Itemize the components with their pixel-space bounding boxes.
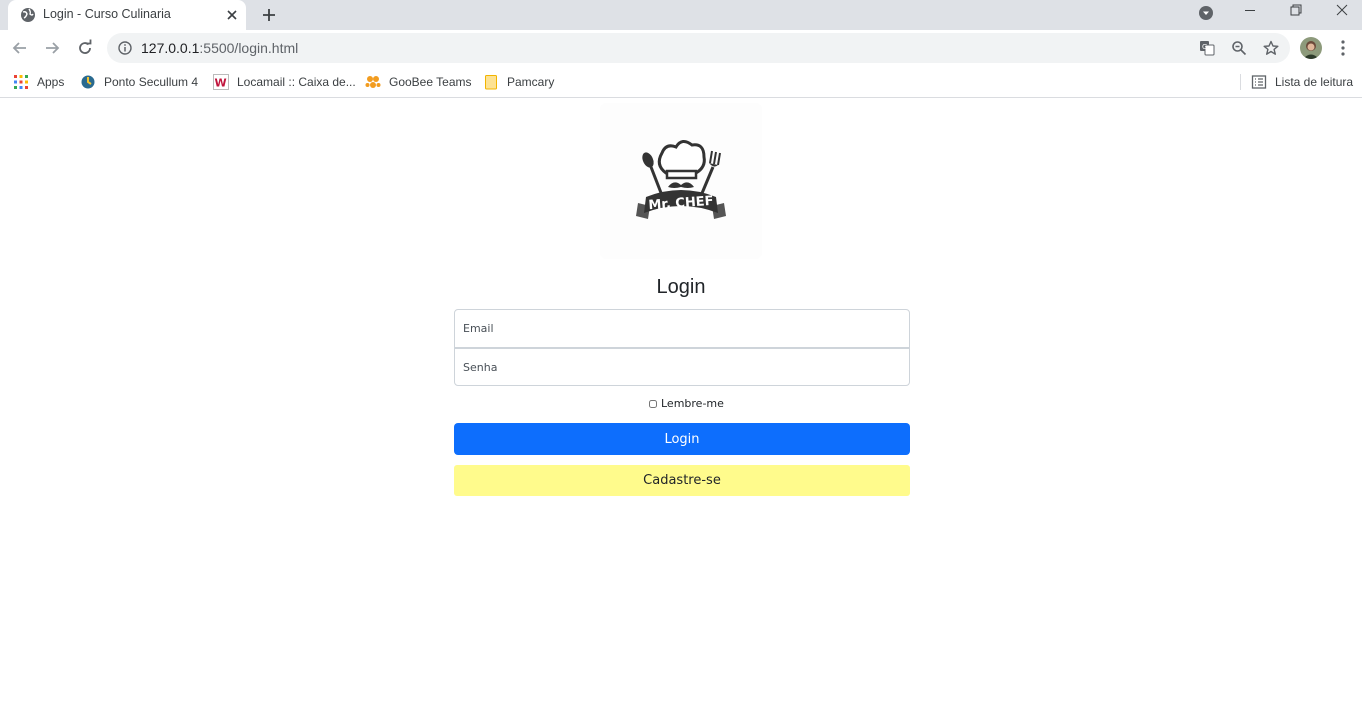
minimize-icon[interactable]	[1227, 0, 1273, 30]
browser-toolbar: 127.0.0.1:5500/login.html G	[0, 30, 1362, 66]
forward-arrow-icon[interactable]	[42, 38, 62, 58]
locamail-icon: W	[213, 74, 229, 90]
email-field[interactable]	[454, 309, 910, 348]
bookmark-ponto-secullum[interactable]: Ponto Secullum 4	[80, 72, 198, 92]
remember-me-label: Lembre-me	[661, 397, 724, 410]
reading-list-button[interactable]: Lista de leitura	[1251, 72, 1353, 92]
globe-icon	[21, 8, 35, 22]
bookmark-goobee-teams[interactable]: GooBee Teams	[365, 72, 472, 92]
apps-grid-icon	[14, 75, 28, 89]
bookmark-label: GooBee Teams	[389, 75, 472, 89]
mr-chef-logo: Mr. CHEF	[600, 103, 762, 259]
bookmark-label: Pamcary	[507, 75, 555, 89]
chef-logo-image: Mr. CHEF	[636, 140, 726, 219]
logo-text: Mr. CHEF	[648, 194, 714, 214]
bookmark-label: Ponto Secullum 4	[104, 75, 199, 89]
reload-icon[interactable]	[75, 38, 95, 58]
bookmark-locamail[interactable]: W Locamail :: Caixa de...	[213, 72, 356, 92]
restore-icon[interactable]	[1273, 0, 1319, 30]
bookmark-label: Apps	[37, 75, 65, 89]
zoom-icon[interactable]	[1231, 40, 1247, 56]
bookmark-apps[interactable]: Apps	[13, 72, 64, 92]
new-tab-plus-icon[interactable]	[259, 5, 279, 25]
window-close-icon[interactable]	[1319, 0, 1362, 30]
bookmark-star-icon[interactable]	[1263, 40, 1279, 56]
remember-me[interactable]: Lembre-me	[649, 397, 724, 410]
tab-strip: Login - Curso Culinaria	[0, 0, 1362, 30]
remember-me-checkbox[interactable]	[649, 399, 657, 408]
reading-list-icon	[1251, 75, 1267, 89]
close-icon[interactable]	[224, 7, 240, 23]
goobee-icon	[365, 76, 381, 88]
tab-title: Login - Curso Culinaria	[43, 7, 171, 21]
bookmark-pamcary[interactable]: Pamcary	[483, 72, 554, 92]
tab-search-dropdown-icon[interactable]	[1198, 5, 1214, 21]
translate-icon[interactable]: G	[1199, 40, 1215, 56]
bookmarks-bar: Apps Ponto Secullum 4 W Locamail :: Caix…	[0, 66, 1362, 98]
bookmarks-divider	[1240, 74, 1241, 90]
folder-icon	[485, 75, 497, 90]
signup-button[interactable]: Cadastre-se	[454, 465, 910, 496]
secullum-icon	[81, 75, 95, 89]
browser-tab[interactable]: Login - Curso Culinaria	[8, 0, 246, 30]
login-button[interactable]: Login	[454, 423, 910, 455]
svg-text:W: W	[215, 77, 227, 90]
password-field[interactable]	[454, 348, 910, 386]
address-bar[interactable]: 127.0.0.1:5500/login.html G	[107, 33, 1290, 63]
back-arrow-icon[interactable]	[10, 38, 30, 58]
profile-avatar[interactable]	[1300, 37, 1322, 59]
url-text[interactable]: 127.0.0.1:5500/login.html	[141, 40, 298, 56]
svg-text:G: G	[1202, 43, 1207, 51]
page-title: Login	[656, 276, 706, 298]
reading-list-label: Lista de leitura	[1275, 75, 1354, 89]
bookmark-label: Locamail :: Caixa de...	[237, 75, 356, 89]
login-page: Mr. CHEF Login Lembre-me Login Cadastre-…	[0, 99, 1362, 721]
info-icon[interactable]	[118, 41, 132, 55]
more-menu-icon[interactable]	[1335, 39, 1351, 57]
